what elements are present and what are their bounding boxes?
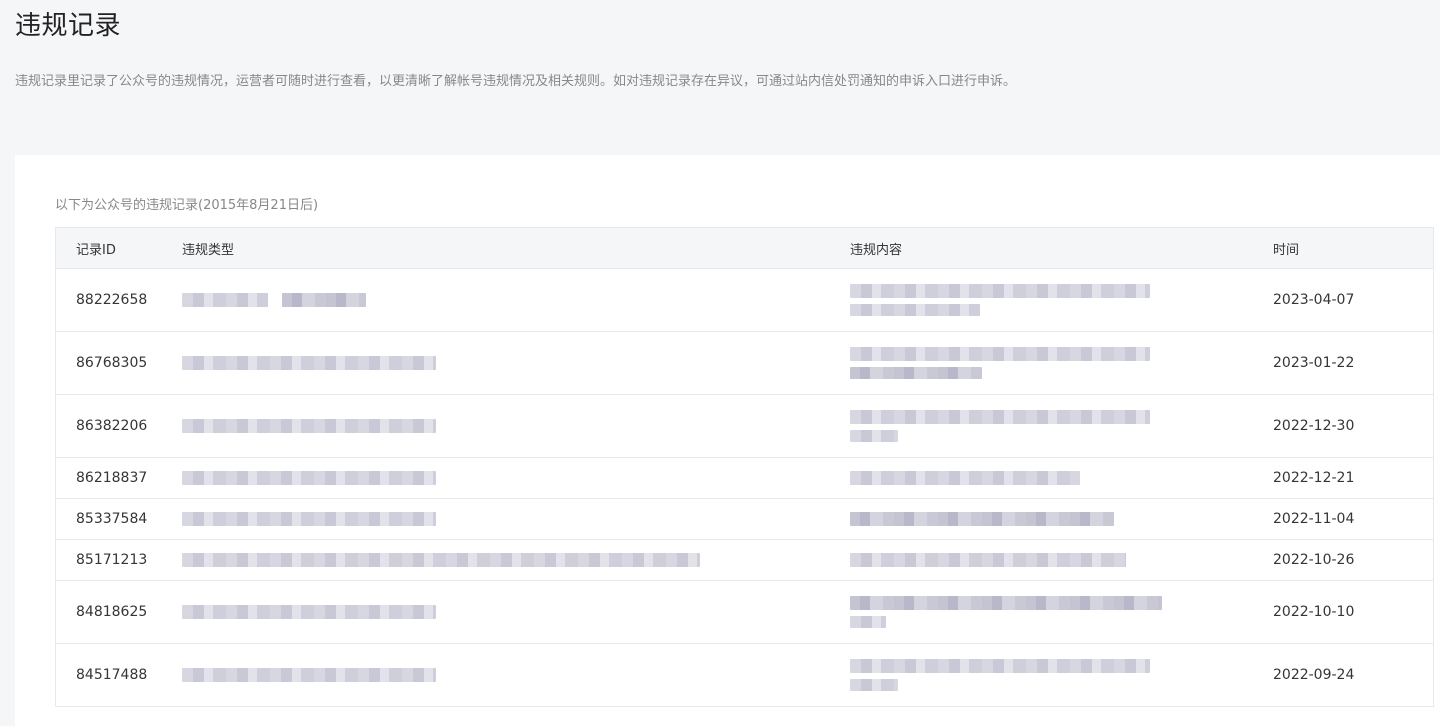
table-row: 85337584 2022-11-04 — [56, 499, 1433, 540]
violation-type-redacted — [182, 292, 850, 308]
column-header-id: 记录ID — [76, 242, 116, 258]
record-id: 85171213 — [76, 552, 148, 568]
column-header-time: 时间 — [1273, 242, 1300, 258]
violation-type-redacted — [182, 552, 850, 568]
violation-content-redacted — [850, 284, 1273, 316]
record-id: 86218837 — [76, 470, 148, 486]
page-description: 违规记录里记录了公众号的违规情况，运营者可随时进行查看，以更清晰了解帐号违规情况… — [15, 74, 1017, 89]
records-table: 记录ID 违规类型 违规内容 时间 88222658 2023-04-07 86… — [55, 227, 1434, 707]
column-header-type: 违规类型 — [182, 242, 235, 258]
table-row: 88222658 2023-04-07 — [56, 269, 1433, 332]
violation-type-redacted — [182, 604, 850, 620]
record-id: 88222658 — [76, 292, 148, 308]
record-time: 2022-10-10 — [1273, 604, 1355, 620]
table-row: 86218837 2022-12-21 — [56, 458, 1433, 499]
violation-content-redacted — [850, 552, 1273, 568]
record-time: 2023-04-07 — [1273, 292, 1355, 308]
table-row: 84517488 2022-09-24 — [56, 644, 1433, 706]
table-row: 85171213 2022-10-26 — [56, 540, 1433, 581]
violation-content-redacted — [850, 410, 1273, 442]
violation-type-redacted — [182, 667, 850, 683]
violation-type-redacted — [182, 511, 850, 527]
violation-content-redacted — [850, 470, 1273, 486]
violation-content-redacted — [850, 596, 1273, 628]
table-header-row: 记录ID 违规类型 违规内容 时间 — [56, 228, 1433, 269]
record-id: 84818625 — [76, 604, 148, 620]
page-title: 违规记录 — [15, 11, 122, 41]
violation-type-redacted — [182, 355, 850, 371]
violation-content-redacted — [850, 511, 1273, 527]
table-row: 86768305 2023-01-22 — [56, 332, 1433, 395]
column-header-content: 违规内容 — [850, 242, 903, 258]
record-time: 2022-10-26 — [1273, 552, 1355, 568]
table-caption: 以下为公众号的违规记录(2015年8月21日后) — [55, 198, 319, 213]
records-card: 以下为公众号的违规记录(2015年8月21日后) 记录ID 违规类型 违规内容 … — [15, 155, 1440, 726]
record-time: 2023-01-22 — [1273, 355, 1355, 371]
violation-content-redacted — [850, 659, 1273, 691]
record-time: 2022-12-21 — [1273, 470, 1355, 486]
violation-type-redacted — [182, 418, 850, 434]
table-row: 86382206 2022-12-30 — [56, 395, 1433, 458]
record-id: 85337584 — [76, 511, 148, 527]
record-id: 86382206 — [76, 418, 148, 434]
record-id: 86768305 — [76, 355, 148, 371]
violation-type-redacted — [182, 470, 850, 486]
record-time: 2022-12-30 — [1273, 418, 1355, 434]
record-id: 84517488 — [76, 667, 148, 683]
record-time: 2022-11-04 — [1273, 511, 1355, 527]
record-time: 2022-09-24 — [1273, 667, 1355, 683]
violation-records-page: 违规记录 违规记录里记录了公众号的违规情况，运营者可随时进行查看，以更清晰了解帐… — [0, 0, 1440, 726]
violation-content-redacted — [850, 347, 1273, 379]
table-row: 84818625 2022-10-10 — [56, 581, 1433, 644]
